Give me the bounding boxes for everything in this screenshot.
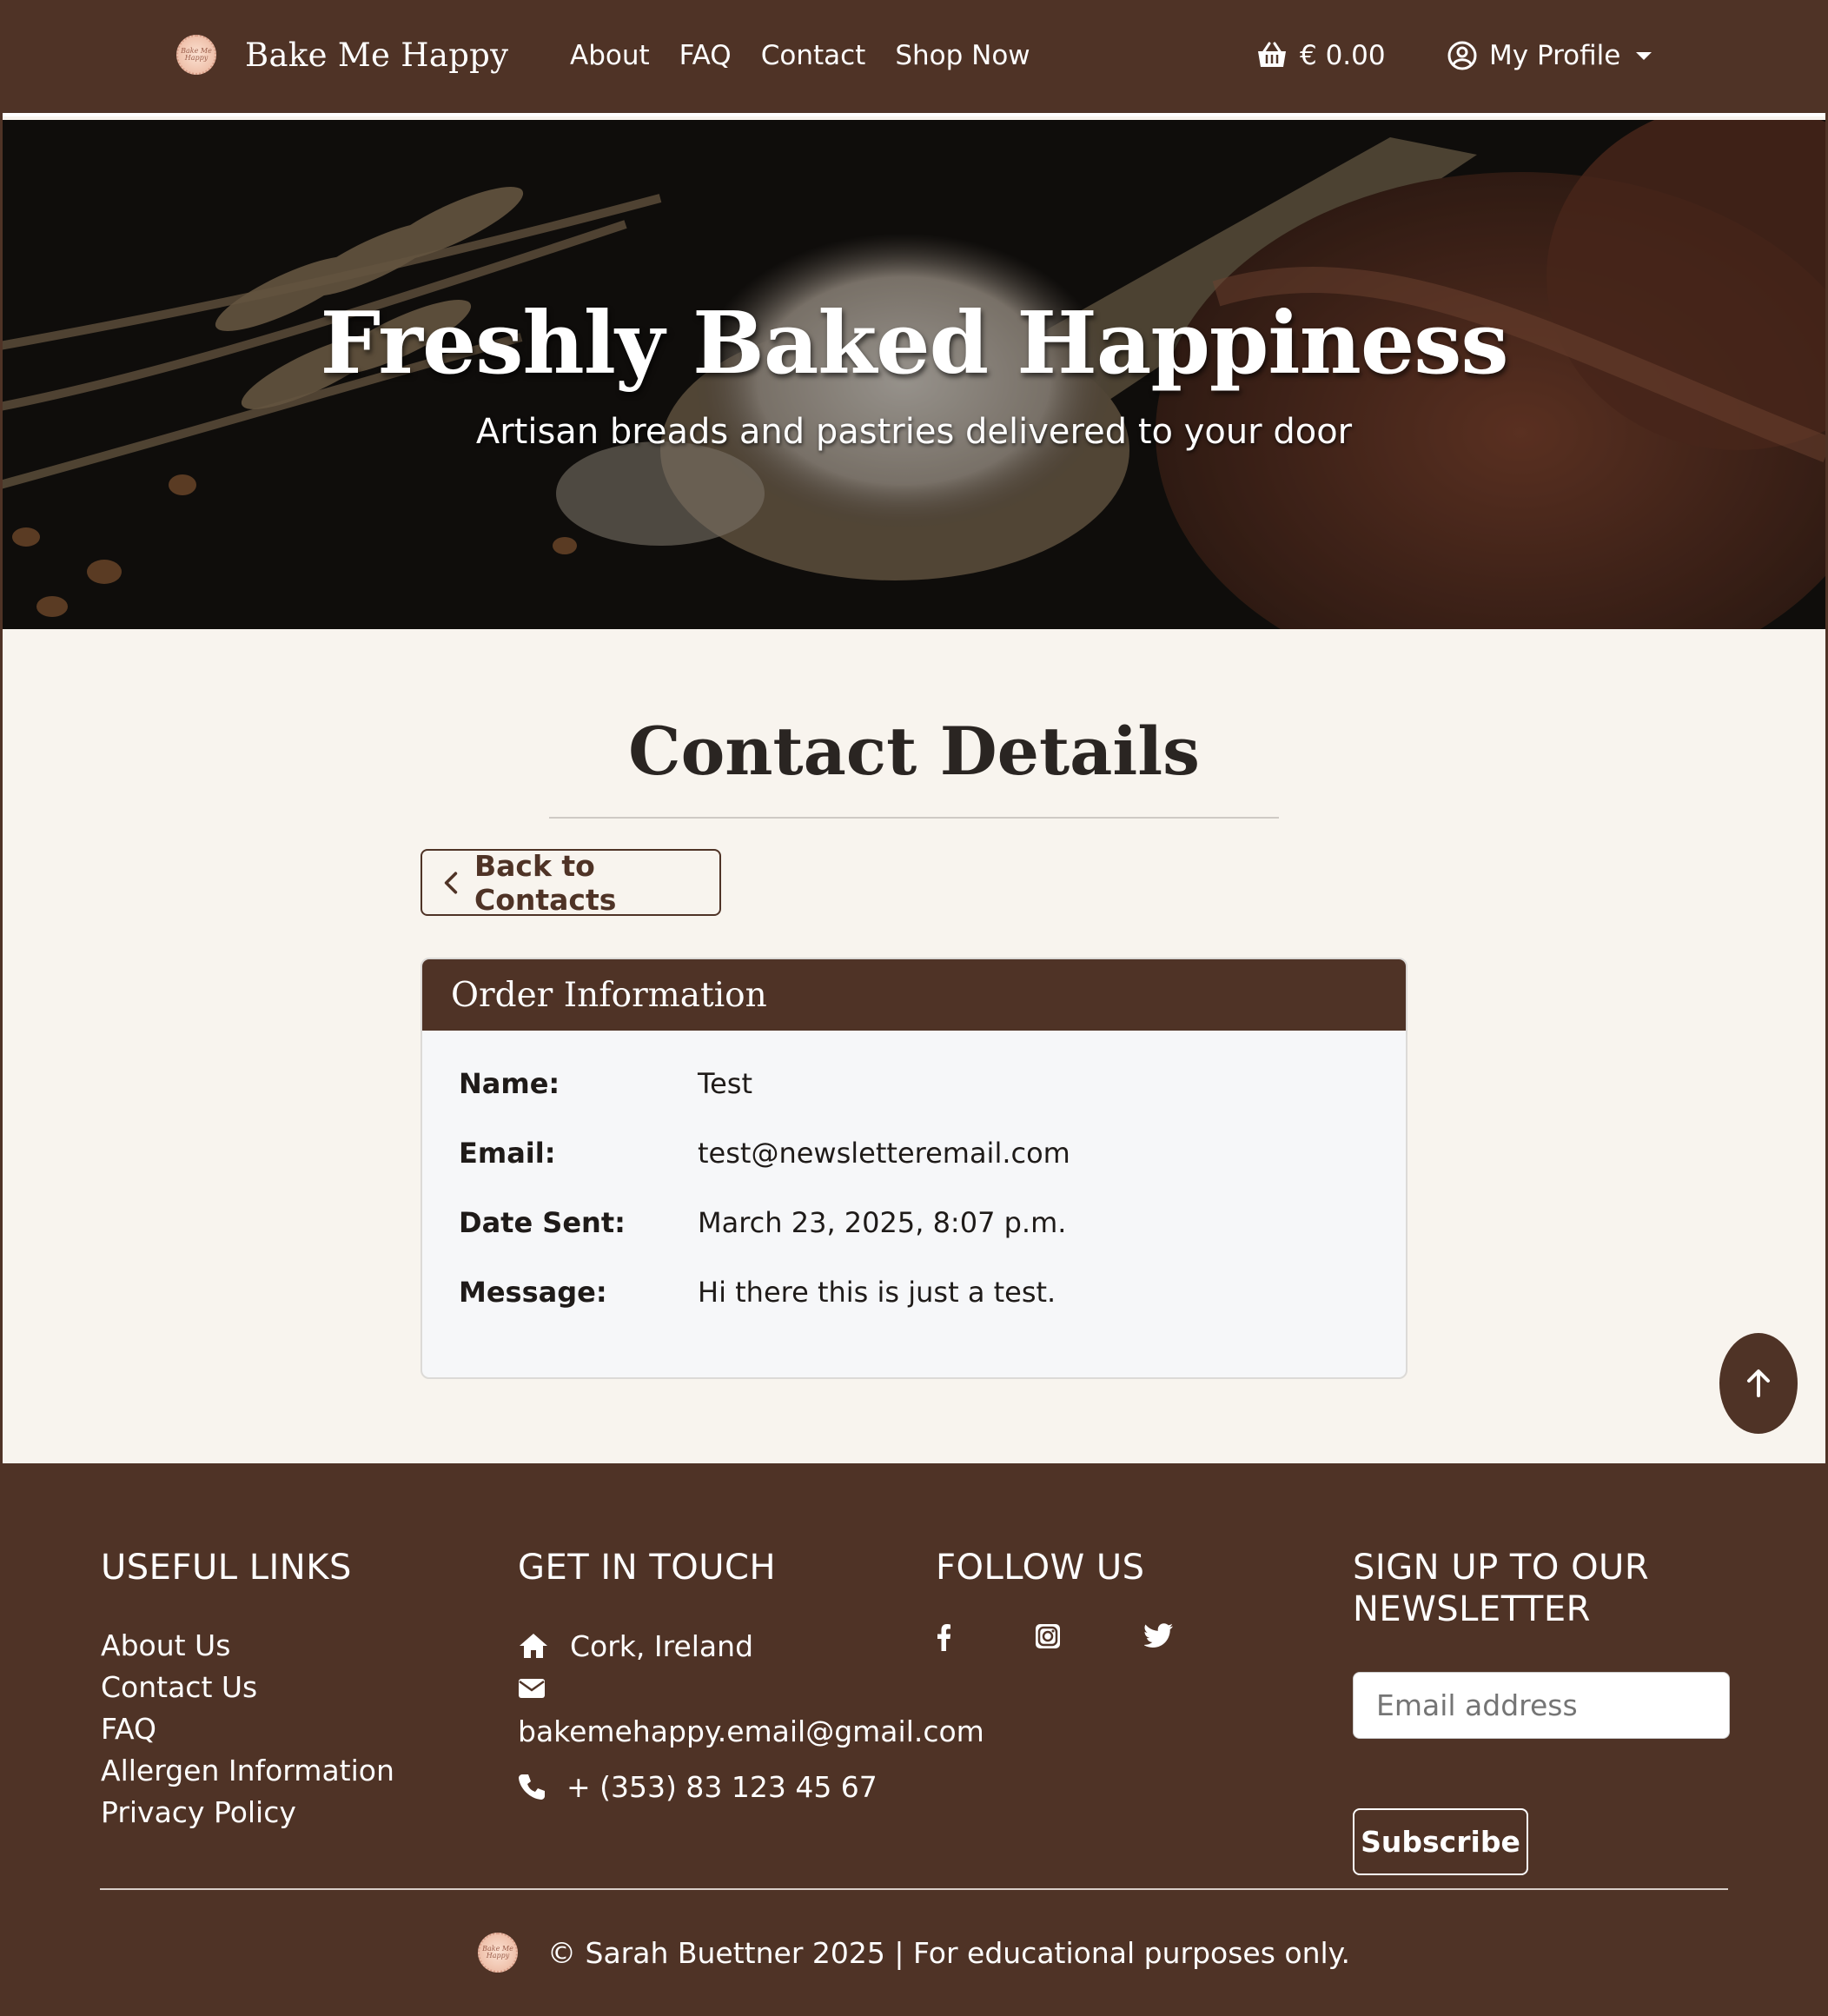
detail-value: Hi there this is just a test.	[698, 1276, 1056, 1309]
chevron-left-icon	[444, 871, 458, 894]
get-in-touch-heading: GET IN TOUCH	[518, 1548, 777, 1588]
card-header: Order Information	[422, 959, 1406, 1031]
detail-row-date-sent: Date Sent: March 23, 2025, 8:07 p.m.	[459, 1206, 1406, 1276]
footer-link-about-us[interactable]: About Us	[101, 1625, 394, 1667]
hero-title: Freshly Baked Happiness	[320, 294, 1508, 394]
detail-value: test@newsletteremail.com	[698, 1137, 1070, 1170]
footer-newsletter: SIGN UP TO OUR NEWSLETTER Subscribe	[1353, 1547, 1730, 1875]
copyright-bar: Bake Me Happy © Sarah Buettner 2025 | For…	[0, 1933, 1828, 1973]
detail-label: Message:	[459, 1276, 607, 1309]
email-icon-line	[518, 1667, 984, 1710]
brand-name: Bake Me Happy	[245, 36, 509, 74]
detail-label: Email:	[459, 1137, 556, 1170]
order-information-card: Order Information Name: Test Email: test…	[421, 958, 1407, 1379]
cart-link[interactable]: € 0.00	[1256, 40, 1386, 71]
user-circle-icon	[1447, 41, 1477, 70]
detail-label: Name:	[459, 1067, 560, 1100]
follow-us-heading: FOLLOW US	[936, 1548, 1145, 1588]
detail-row-message: Message: Hi there this is just a test.	[459, 1276, 1406, 1345]
arrow-up-icon	[1747, 1369, 1770, 1397]
contact-info: Cork, Ireland bakemehappy.email@gmail.co…	[518, 1625, 984, 1807]
footer-divider	[100, 1888, 1728, 1890]
nav-link-about[interactable]: About	[570, 40, 650, 71]
back-to-contacts-button[interactable]: Back to Contacts	[421, 848, 721, 917]
basket-icon	[1258, 42, 1286, 67]
useful-links-list: About Us Contact Us FAQ Allergen Informa…	[101, 1625, 394, 1834]
footer-link-privacy-policy[interactable]: Privacy Policy	[101, 1792, 394, 1834]
footer-logo: Bake Me Happy	[478, 1933, 519, 1973]
email-line[interactable]: bakemehappy.email@gmail.com	[518, 1710, 984, 1752]
newsletter-email-input[interactable]	[1353, 1672, 1730, 1739]
card-body: Name: Test Email: test@newsletteremail.c…	[422, 1031, 1406, 1345]
nav-link-faq[interactable]: FAQ	[679, 40, 732, 71]
nav-link-contact[interactable]: Contact	[761, 40, 866, 71]
instagram-icon[interactable]	[1035, 1623, 1061, 1651]
facebook-icon[interactable]	[936, 1623, 951, 1651]
hero-banner: Freshly Baked Happiness Artisan breads a…	[0, 120, 1828, 629]
detail-label: Date Sent:	[459, 1206, 626, 1239]
caret-down-icon	[1636, 51, 1652, 60]
location-line: Cork, Ireland	[518, 1625, 984, 1667]
footer-useful-links: USEFUL LINKS About Us Contact Us FAQ All…	[101, 1547, 394, 1834]
home-icon	[520, 1634, 547, 1658]
footer-follow-us: FOLLOW US	[936, 1547, 1257, 1651]
phone-line: + (353) 83 123 45 67	[518, 1766, 984, 1807]
social-links	[936, 1623, 1257, 1651]
envelope-icon	[519, 1679, 545, 1698]
detail-row-email: Email: test@newsletteremail.com	[459, 1137, 1406, 1206]
twitter-icon[interactable]	[1144, 1623, 1174, 1651]
profile-label: My Profile	[1489, 40, 1621, 71]
page-title: Contact Details	[628, 713, 1200, 790]
newsletter-heading-line1: SIGN UP TO OUR	[1353, 1548, 1650, 1588]
copyright-text: © Sarah Buettner 2025 | For educational …	[547, 1935, 1350, 1970]
nav-link-shop-now[interactable]: Shop Now	[895, 40, 1030, 71]
brand-link[interactable]: Bake Me Happy Bake Me Happy	[176, 35, 508, 75]
back-to-top-button[interactable]	[1719, 1333, 1798, 1434]
back-button-label: Back to Contacts	[474, 848, 617, 917]
brand-logo: Bake Me Happy	[176, 35, 216, 75]
detail-value: March 23, 2025, 8:07 p.m.	[698, 1206, 1067, 1239]
footer-link-allergen-information[interactable]: Allergen Information	[101, 1750, 394, 1792]
newsletter-heading-line2: NEWSLETTER	[1353, 1589, 1591, 1629]
navbar: Bake Me Happy Bake Me Happy About FAQ Con…	[0, 0, 1828, 116]
location-text: Cork, Ireland	[570, 1628, 754, 1663]
footer-link-contact-us[interactable]: Contact Us	[101, 1667, 394, 1708]
nav-links: About FAQ Contact Shop Now	[570, 40, 1060, 71]
contact-email[interactable]: bakemehappy.email@gmail.com	[518, 1714, 984, 1748]
footer-link-faq[interactable]: FAQ	[101, 1708, 394, 1750]
footer: USEFUL LINKS About Us Contact Us FAQ All…	[0, 1463, 1828, 2016]
cart-total: € 0.00	[1300, 40, 1386, 71]
phone-icon	[519, 1774, 545, 1800]
useful-links-heading: USEFUL LINKS	[101, 1548, 352, 1588]
footer-get-in-touch: GET IN TOUCH Cork, Ireland bakemehappy.e…	[518, 1547, 984, 1807]
detail-value: Test	[698, 1067, 753, 1100]
detail-row-name: Name: Test	[459, 1067, 1406, 1137]
contact-phone[interactable]: + (353) 83 123 45 67	[566, 1770, 878, 1804]
subscribe-button[interactable]: Subscribe	[1353, 1808, 1528, 1875]
title-divider	[549, 817, 1279, 819]
profile-dropdown[interactable]: My Profile	[1447, 40, 1652, 71]
hero-subtitle: Artisan breads and pastries delivered to…	[475, 412, 1353, 452]
